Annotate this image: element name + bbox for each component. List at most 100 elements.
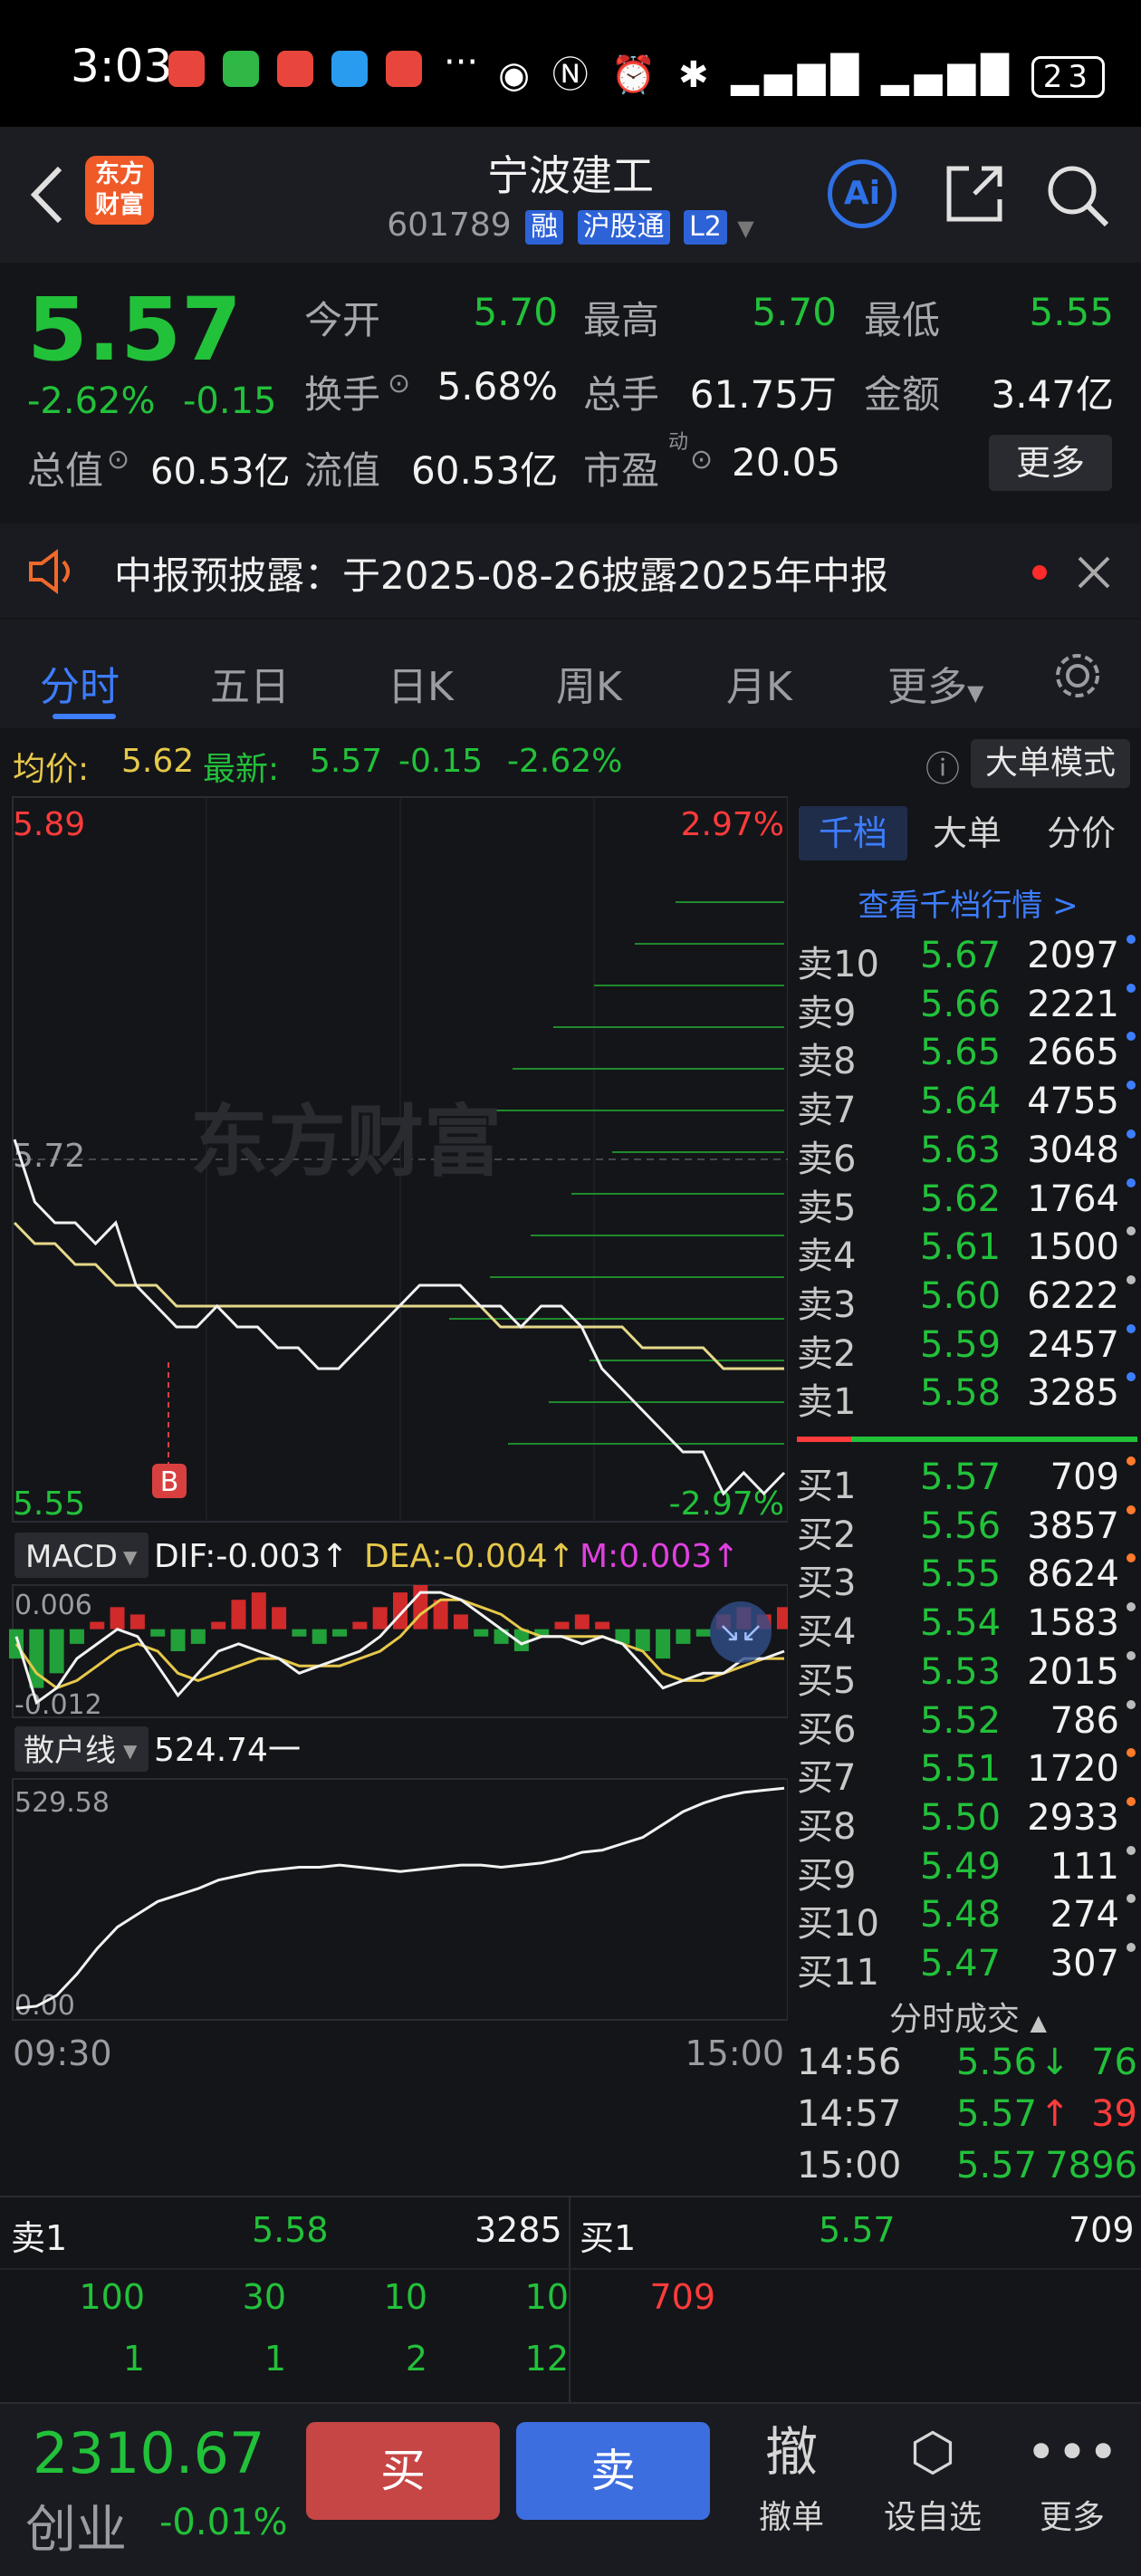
y-max-pct-label: 2.97% — [681, 806, 784, 843]
queue-bid-vol: 709 — [1069, 2210, 1135, 2250]
info-icon-2[interactable]: ⊙ — [107, 444, 129, 476]
index-name[interactable]: 创业 — [25, 2489, 127, 2562]
search-icon[interactable] — [1043, 161, 1112, 230]
tab-intraday[interactable]: 分时 — [40, 654, 120, 712]
bid-row[interactable]: 买10 5.48 274 — [795, 1894, 1141, 1945]
bid-row[interactable]: 买5 5.53 2015 — [795, 1650, 1141, 1702]
macd-bar — [372, 1607, 388, 1629]
status-dot — [1127, 983, 1136, 993]
tab-daily-k[interactable]: 日K — [388, 654, 454, 712]
turnover-value: 5.68% — [436, 364, 558, 409]
tab-monthly-k[interactable]: 月K — [726, 654, 792, 712]
tick-row: 14:57 5.57 ↑ 39 — [795, 2093, 1141, 2142]
ask-row[interactable]: 卖10 5.67 2097 — [795, 935, 1141, 985]
tab-big-orders[interactable]: 大单 — [913, 806, 1021, 860]
bid-row[interactable]: 买6 5.52 786 — [795, 1699, 1141, 1751]
ask-price: 5.61 — [920, 1226, 1002, 1269]
bid-price: 5.49 — [920, 1845, 1002, 1888]
tab-more[interactable]: 更多▼ — [887, 654, 983, 712]
ask-row[interactable]: 卖2 5.59 2457 — [795, 1323, 1141, 1375]
status-dot — [1127, 1504, 1136, 1514]
bid-row[interactable]: 买7 5.51 1720 — [795, 1748, 1141, 1799]
ai-button[interactable]: Ai — [828, 159, 896, 228]
bid-volume: 8624 — [1027, 1553, 1119, 1596]
latest-change-pct: -2.62% — [507, 743, 623, 780]
tab-weekly-k[interactable]: 周K — [556, 654, 622, 712]
bid-row[interactable]: 买8 5.50 2933 — [795, 1796, 1141, 1848]
stock-header: 东方 财富 宁波建工 601789 融 沪股通 L2 ▼ Ai — [0, 127, 1141, 263]
settings-gear-icon[interactable] — [1050, 649, 1105, 703]
bid-volume: 111 — [1050, 1845, 1119, 1888]
ask-price: 5.66 — [920, 983, 1002, 1025]
add-watchlist-button[interactable]: ⬡ 设自选 — [878, 2420, 987, 2538]
macd-bar — [190, 1629, 206, 1644]
bid-level: 买3 — [797, 1562, 857, 1605]
info-icon-3[interactable]: ⊙ — [690, 444, 713, 476]
help-icon[interactable]: ⓘ — [925, 741, 960, 791]
ask-row[interactable]: 卖8 5.65 2665 — [795, 1032, 1141, 1082]
ask-row[interactable]: 卖3 5.60 6222 — [795, 1274, 1141, 1326]
tab-five-day[interactable]: 五日 — [210, 654, 290, 712]
bid-row[interactable]: 买2 5.56 3857 — [795, 1504, 1141, 1556]
turnover-label: 换手 — [304, 372, 381, 417]
bid-row[interactable]: 买11 5.47 307 — [795, 1943, 1141, 1994]
ask-row[interactable]: 卖4 5.61 1500 — [795, 1226, 1141, 1277]
active-tab-indicator — [53, 714, 116, 719]
queue-ask-vol: 3285 — [475, 2210, 562, 2250]
sell-button[interactable]: 卖 — [516, 2422, 710, 2520]
chevron-down-icon: ▼ — [123, 1740, 138, 1762]
status-dot — [1127, 1323, 1136, 1333]
nfc-icon: Ⓝ — [551, 54, 594, 96]
ask-row[interactable]: 卖9 5.66 2221 — [795, 983, 1141, 1034]
status-dot — [1127, 1081, 1136, 1091]
queue-ask-label: 卖1 — [11, 2218, 68, 2258]
ask-volume: 2665 — [1027, 1032, 1119, 1074]
tick-volume: 39 — [1091, 2093, 1137, 2135]
bid-row[interactable]: 买1 5.57 709 — [795, 1456, 1141, 1507]
ask-row[interactable]: 卖7 5.64 4755 — [795, 1081, 1141, 1131]
cancel-order-button[interactable]: 撤 撤单 — [737, 2420, 846, 2538]
charts-panel: 东方财富 5.89 2.97% 5.72 5.55 -2.97% B MACD … — [0, 793, 791, 2188]
bid-volume: 786 — [1050, 1699, 1119, 1742]
dropdown-icon[interactable]: ▼ — [737, 216, 753, 241]
big-order-mode-button[interactable]: 大单模式 — [971, 739, 1130, 788]
avg-label: 均价: — [13, 751, 90, 788]
bid-row[interactable]: 买4 5.54 1583 — [795, 1602, 1141, 1653]
macd-bar — [49, 1629, 64, 1674]
macd-bar — [211, 1621, 226, 1629]
ask-price: 5.65 — [920, 1032, 1002, 1074]
close-icon[interactable] — [1076, 554, 1112, 591]
float-value: 60.53亿 — [411, 448, 559, 493]
more-button[interactable]: 更多 — [989, 435, 1112, 491]
charts-canvas[interactable]: 东方财富 5.89 2.97% 5.72 5.55 -2.97% B MACD … — [0, 793, 791, 2188]
ask-row[interactable]: 卖6 5.63 3048 — [795, 1129, 1141, 1180]
ask-volume: 2097 — [1027, 935, 1119, 976]
tab-price-distribution[interactable]: 分价 — [1027, 806, 1136, 860]
share-icon[interactable] — [942, 161, 1007, 226]
pe-label: 市盈 — [583, 448, 660, 493]
alarm-icon: ⏰ — [610, 54, 662, 96]
ask-row[interactable]: 卖1 5.58 3285 — [795, 1372, 1141, 1423]
tab-depth-1000[interactable]: 千档 — [799, 806, 907, 860]
bid-row[interactable]: 买3 5.55 8624 — [795, 1553, 1141, 1604]
ask-price: 5.67 — [920, 935, 1002, 976]
low-value: 5.55 — [1029, 290, 1114, 334]
bid-row[interactable]: 买9 5.49 111 — [795, 1845, 1141, 1897]
notice-text: 中报预披露：于2025-08-26披露2025年中报 — [114, 553, 888, 598]
ask-row[interactable]: 卖5 5.62 1764 — [795, 1177, 1141, 1229]
ask-price: 5.63 — [920, 1129, 1002, 1171]
view-depth-link[interactable]: 查看千档行情 > — [795, 880, 1141, 925]
index-value[interactable]: 2310.67 — [33, 2420, 264, 2486]
buy-button[interactable]: 买 — [306, 2422, 500, 2520]
ticks-title[interactable]: 分时成交 ▲ — [795, 1993, 1141, 2040]
info-icon[interactable]: ⊙ — [388, 368, 410, 399]
ask-volume: 1764 — [1027, 1177, 1119, 1220]
bid-level: 买8 — [797, 1805, 857, 1848]
status-dot — [1127, 1372, 1136, 1382]
tick-price: 5.56 — [956, 2042, 1038, 2083]
notice-banner[interactable]: 中报预披露：于2025-08-26披露2025年中报 — [0, 524, 1141, 618]
more-button-bottom[interactable]: ••• 更多 — [1018, 2420, 1127, 2538]
bid-level: 买7 — [797, 1757, 857, 1800]
macd-bar — [312, 1629, 327, 1644]
retail-line — [15, 1786, 785, 2010]
